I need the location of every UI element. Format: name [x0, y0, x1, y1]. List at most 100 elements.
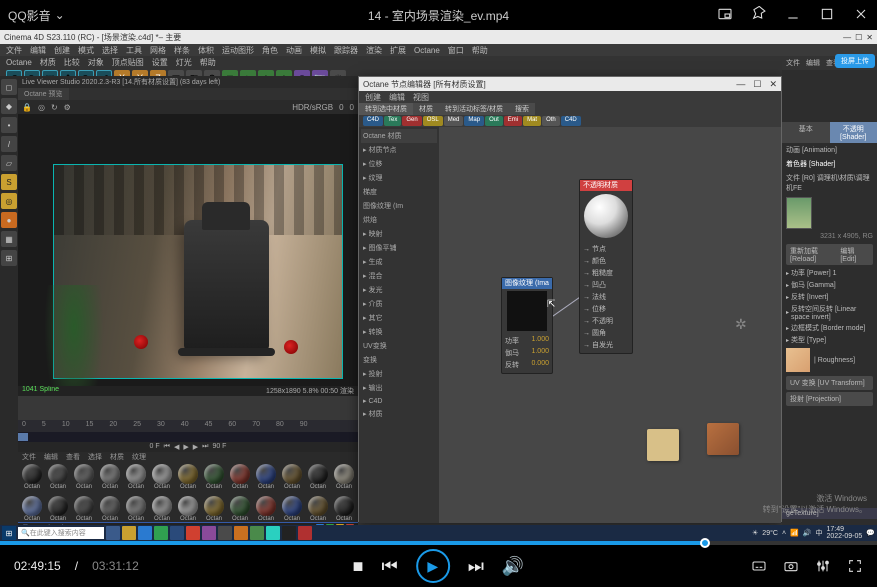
oct-titlebar[interactable]: Octane 节点编辑器 [所有材质设置] —☐✕ — [359, 77, 781, 91]
weather-icon[interactable]: ☀ — [752, 529, 758, 537]
frames-item[interactable]: 25 — [133, 421, 141, 431]
chip[interactable]: Gen — [402, 116, 421, 126]
rd-reload-btn[interactable]: 重新加载 [Reload]编辑 [Edit] — [786, 244, 873, 265]
oct-menu-item[interactable]: 设置 — [152, 57, 168, 68]
tb-app-icon[interactable] — [218, 526, 232, 540]
next-button[interactable]: ⏭ — [468, 556, 484, 577]
c4d-menu-item[interactable]: 选择 — [102, 45, 118, 56]
pin-icon[interactable] — [751, 6, 767, 25]
frames-item[interactable]: 80 — [276, 421, 284, 431]
frames-item[interactable]: 45 — [205, 421, 213, 431]
node-param[interactable]: → 不透明 — [583, 315, 629, 327]
tree-item[interactable]: ▸ 投射 — [361, 367, 437, 381]
frames-item[interactable]: 90 — [300, 421, 308, 431]
material-ball[interactable]: Octan — [332, 464, 356, 494]
chip[interactable]: Map — [464, 116, 484, 126]
rd-check[interactable]: 类型 [Type] — [782, 334, 877, 346]
prev-button[interactable]: ⏮ — [382, 556, 398, 577]
tree-item[interactable]: ▸ 纹理 — [361, 171, 437, 185]
lock-icon[interactable]: 🔒 — [22, 103, 32, 112]
upload-badge[interactable]: 投屏上传 — [835, 54, 875, 68]
material-ball[interactable]: Octan — [46, 464, 70, 494]
c4d-menu-item[interactable]: 角色 — [262, 45, 278, 56]
frames-item[interactable]: 15 — [86, 421, 94, 431]
oct-tab[interactable]: 搜索 — [509, 103, 535, 115]
tb-app-icon[interactable] — [234, 526, 248, 540]
taskbar-search[interactable]: 🔍 在此键入搜索内容 — [18, 527, 104, 539]
oct-win-menu-item[interactable]: 创建 — [365, 92, 381, 103]
octane-o-icon[interactable]: ◎ — [1, 193, 17, 209]
render-viewport[interactable] — [18, 114, 358, 386]
rd-check[interactable]: 边框模式 [Border mode] — [782, 322, 877, 334]
c4d-menu-item[interactable]: 文件 — [6, 45, 22, 56]
material-ball[interactable]: Octan — [98, 464, 122, 494]
oct-tab[interactable]: 转到选中材质 — [359, 103, 413, 115]
rd-check[interactable]: 反转空间反转 [Linear space invert] — [782, 303, 877, 322]
mat-menu-item[interactable]: 编辑 — [44, 452, 58, 462]
node-param[interactable]: → 位移 — [583, 303, 629, 315]
c4d-menu-item[interactable]: 帮助 — [472, 45, 488, 56]
tb-c4d-icon[interactable] — [170, 526, 184, 540]
oct-tab[interactable]: 转到活动标签/材质 — [439, 103, 509, 115]
point-mode-icon[interactable]: • — [1, 117, 17, 133]
tree-item[interactable]: ▸ 其它 — [361, 311, 437, 325]
tree-item[interactable]: UV变换 — [361, 339, 437, 353]
chip[interactable]: OSL — [423, 116, 443, 126]
oct-menu-item[interactable]: 比较 — [64, 57, 80, 68]
chip[interactable]: Oth — [542, 116, 560, 126]
chip[interactable]: Out — [485, 116, 503, 126]
timeline[interactable]: 051015202530404560708090 0 F ⏮ ◀ ▶ ▶ ⏭ 9… — [18, 420, 358, 452]
rd-check[interactable]: 伽马 [Gamma] — [782, 279, 877, 291]
node-image-texture[interactable]: 图像纹理 (Ima 功率1.000 伽马1.000 反转0.000 — [501, 277, 553, 374]
c4d-menu-item[interactable]: 扩展 — [390, 45, 406, 56]
tb-app-icon[interactable] — [282, 526, 296, 540]
tree-item[interactable]: ▸ 生成 — [361, 255, 437, 269]
oct-win-menu-item[interactable]: 编辑 — [389, 92, 405, 103]
material-ball[interactable]: Octan — [20, 464, 44, 494]
oct-tree[interactable]: Octane 材质 ▸ 材质节点▸ 位移▸ 纹理 梯度 图像纹理 (Im 烘焙▸… — [359, 127, 439, 523]
chip[interactable]: C4D — [561, 116, 581, 126]
node-canvas[interactable]: 图像纹理 (Ima 功率1.000 伽马1.000 反转0.000 不透明材质 … — [439, 127, 781, 523]
tree-item[interactable]: 烘焙 — [361, 213, 437, 227]
edge-mode-icon[interactable]: / — [1, 136, 17, 152]
tray-ime-icon[interactable]: 中 — [815, 528, 822, 538]
rd-tab-basic[interactable]: 基本 — [782, 122, 830, 143]
rd-menu-item[interactable]: 编辑 — [806, 58, 820, 68]
close-icon[interactable] — [853, 6, 869, 25]
node-param[interactable]: → 自发光 — [583, 339, 629, 351]
node-param[interactable]: → 颜色 — [583, 255, 629, 267]
num-b[interactable]: 0 — [350, 103, 354, 112]
tb-edge-icon[interactable] — [138, 526, 152, 540]
tree-item[interactable]: ▸ 介质 — [361, 297, 437, 311]
material-ball[interactable]: Octan — [176, 464, 200, 494]
rd-menu-item[interactable]: 文件 — [786, 58, 800, 68]
c4d-menu-item[interactable]: 动画 — [286, 45, 302, 56]
tree-item[interactable]: ▸ 材质节点 — [361, 143, 437, 157]
node-param[interactable]: → 圆角 — [583, 327, 629, 339]
player-seekbar[interactable] — [0, 541, 877, 545]
mat-menu-item[interactable]: 纹理 — [132, 452, 146, 462]
material-ball[interactable]: Octan — [254, 464, 278, 494]
start-icon[interactable]: ⊞ — [2, 526, 16, 540]
tree-item[interactable]: ▸ 材质 — [361, 407, 437, 421]
tree-item[interactable]: ▸ 发光 — [361, 283, 437, 297]
tree-item[interactable]: ▸ 映射 — [361, 227, 437, 241]
rd-check[interactable]: 功率 [Power] 1 — [782, 267, 877, 279]
rd-tab-shader[interactable]: 不透明 [Shader] — [830, 122, 877, 143]
maximize-icon[interactable] — [819, 6, 835, 25]
pick-icon[interactable]: ◎ — [38, 103, 45, 112]
c4d-min-icon[interactable]: — — [843, 33, 851, 42]
sticky-note-img[interactable] — [707, 423, 739, 455]
tray-vol-icon[interactable]: 🔊 — [803, 529, 812, 537]
frames-item[interactable]: 40 — [181, 421, 189, 431]
tray-up-icon[interactable]: ˄ — [782, 530, 786, 537]
material-ball[interactable]: Octan — [72, 464, 96, 494]
oct-menu-item[interactable]: Octane — [6, 58, 32, 67]
model-mode-icon[interactable]: ◻ — [1, 79, 17, 95]
tb-explorer-icon[interactable] — [122, 526, 136, 540]
material-ball[interactable]: Octan — [306, 464, 330, 494]
rd-thumb[interactable] — [786, 197, 812, 229]
stop-button[interactable]: ■ — [353, 556, 364, 577]
rd-uv-btn[interactable]: UV 变换 [UV Transform] — [786, 376, 873, 390]
tree-item[interactable]: ▸ 输出 — [361, 381, 437, 395]
